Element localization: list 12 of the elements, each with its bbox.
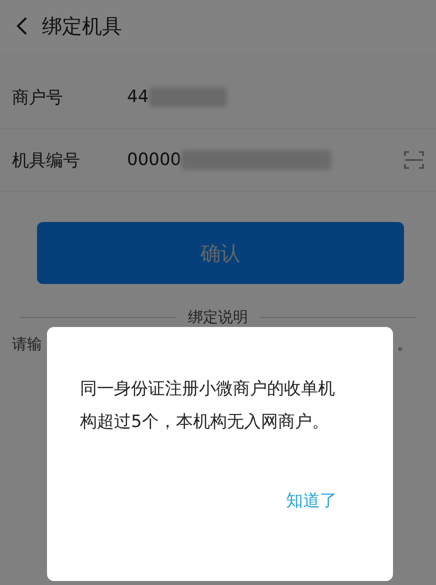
field-label: 商户号 — [12, 86, 64, 108]
field-value: 00000 — [127, 150, 182, 170]
field-label: 机具编号 — [12, 150, 81, 172]
scan-icon[interactable] — [404, 150, 424, 170]
field-value: 44 — [127, 87, 149, 107]
section-title: 绑定说明 — [188, 308, 248, 327]
dialog-message: 同一身份证注册小微商户的收单机构超过5个，本机构无入网商户。 — [80, 378, 336, 434]
page-title: 绑定机具 — [42, 12, 122, 40]
instruction-text: 请输 — [12, 335, 42, 354]
back-icon[interactable] — [16, 16, 28, 36]
ok-button[interactable]: 知道了 — [276, 485, 347, 516]
instruction-text: 。 — [397, 335, 412, 354]
